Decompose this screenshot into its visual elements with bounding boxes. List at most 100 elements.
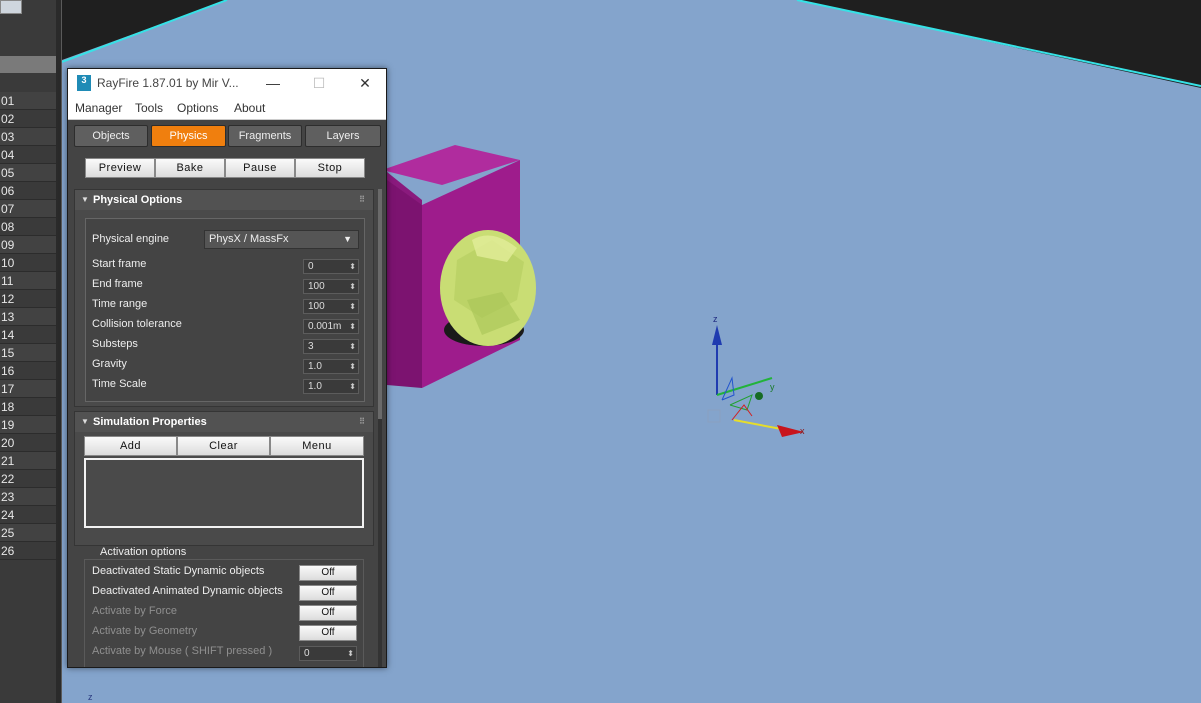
simulation-properties-rollout: ▼ Simulation Properties ⠿ Add Clear Menu: [74, 411, 374, 546]
param-spinner[interactable]: 100 ⬍: [303, 299, 359, 314]
simulation-list-buttons: Add Clear Menu: [84, 436, 364, 456]
frame-list-item[interactable]: 10: [0, 254, 56, 272]
param-value: 100: [308, 281, 325, 292]
frame-list-item[interactable]: 01: [0, 92, 56, 110]
frame-list-item[interactable]: 15: [0, 344, 56, 362]
frame-list-item[interactable]: 06: [0, 182, 56, 200]
preview-button[interactable]: Preview: [85, 158, 155, 178]
param-spinner[interactable]: 100 ⬍: [303, 279, 359, 294]
menu-button[interactable]: Menu: [270, 436, 364, 456]
frame-list-item[interactable]: 11: [0, 272, 56, 290]
spinner-arrows-icon[interactable]: ⬍: [349, 300, 356, 313]
param-spinner[interactable]: 3 ⬍: [303, 339, 359, 354]
scrollbar-thumb[interactable]: [378, 189, 382, 419]
spinner-arrows-icon[interactable]: ⬍: [349, 260, 356, 273]
selected-row[interactable]: [0, 56, 56, 73]
param-label: Time range: [92, 298, 148, 310]
param-value: 1.0: [308, 361, 322, 372]
tab-physics[interactable]: Physics: [151, 125, 226, 147]
gizmo-z-label: z: [713, 314, 718, 324]
activation-option-label: Activate by Force: [92, 605, 177, 617]
spinner-arrows-icon[interactable]: ⬍: [349, 360, 356, 373]
activation-toggle-button[interactable]: Off: [299, 605, 357, 621]
param-spinner[interactable]: 0 ⬍: [303, 259, 359, 274]
spinner-arrows-icon[interactable]: ⬍: [349, 340, 356, 353]
minimize-button[interactable]: —: [258, 72, 288, 94]
frame-list-item[interactable]: 03: [0, 128, 56, 146]
spinner-arrows-icon[interactable]: ⬍: [349, 320, 356, 333]
frame-list-item[interactable]: 21: [0, 452, 56, 470]
activation-options-panel: Activation options Deactivated Static Dy…: [74, 546, 374, 667]
param-spinner[interactable]: 1.0 ⬍: [303, 379, 359, 394]
box-side: [387, 172, 422, 388]
param-value: 0: [308, 261, 314, 272]
activation-option-label: Deactivated Static Dynamic objects: [92, 565, 265, 577]
pause-button[interactable]: Pause: [225, 158, 295, 178]
frame-list-item[interactable]: 23: [0, 488, 56, 506]
activation-toggle-button[interactable]: Off: [299, 585, 357, 601]
menu-manager[interactable]: Manager: [75, 101, 122, 115]
add-button[interactable]: Add: [84, 436, 177, 456]
frame-list-item[interactable]: 09: [0, 236, 56, 254]
clear-button[interactable]: Clear: [177, 436, 270, 456]
menu-about[interactable]: About: [234, 101, 265, 115]
activation-toggle-button[interactable]: Off: [299, 565, 357, 581]
frame-list-item[interactable]: 16: [0, 362, 56, 380]
frame-list-item[interactable]: 20: [0, 434, 56, 452]
spinner-arrows-icon[interactable]: ⬍: [349, 380, 356, 393]
gizmo-x-label: x: [800, 426, 805, 436]
simulation-properties-title: Simulation Properties: [93, 416, 207, 428]
frame-list-item[interactable]: 17: [0, 380, 56, 398]
physical-engine-value: PhysX / MassFx: [209, 233, 289, 245]
maximize-button[interactable]: ☐: [304, 72, 334, 94]
frame-list-item[interactable]: 07: [0, 200, 56, 218]
close-button[interactable]: ✕: [350, 72, 380, 94]
frame-list-item[interactable]: 24: [0, 506, 56, 524]
simulation-action-bar: Preview Bake Pause Stop: [85, 158, 365, 178]
param-label: Substeps: [92, 338, 138, 350]
activation-toggle-button[interactable]: Off: [299, 625, 357, 641]
dropdown-arrow-icon: ▼: [343, 234, 352, 244]
frame-list-item[interactable]: 25: [0, 524, 56, 542]
tab-objects[interactable]: Objects: [74, 125, 148, 147]
menu-tools[interactable]: Tools: [135, 101, 163, 115]
bake-button[interactable]: Bake: [155, 158, 225, 178]
frame-list-item[interactable]: 14: [0, 326, 56, 344]
simulation-object-list[interactable]: [84, 458, 364, 528]
window-titlebar[interactable]: 3 RayFire 1.87.01 by Mir V... — ☐ ✕: [68, 69, 386, 97]
activation-option-spinner[interactable]: 0 ⬍: [299, 646, 357, 661]
param-spinner[interactable]: 1.0 ⬍: [303, 359, 359, 374]
frame-list-item[interactable]: 26: [0, 542, 56, 560]
spinner-arrows-icon[interactable]: ⬍: [347, 647, 354, 660]
tab-fragments[interactable]: Fragments: [228, 125, 302, 147]
frame-list-item[interactable]: 12: [0, 290, 56, 308]
frame-list-item[interactable]: 04: [0, 146, 56, 164]
activation-option-value: 0: [304, 648, 310, 659]
frame-list-item[interactable]: 05: [0, 164, 56, 182]
window-scrollbar[interactable]: [378, 189, 382, 667]
frame-list-item[interactable]: 18: [0, 398, 56, 416]
param-value: 0.001m: [308, 321, 342, 332]
physical-options-rollout: ▼ Physical Options ⠿ Physical engine Phy…: [74, 189, 374, 407]
frame-list-item[interactable]: 19: [0, 416, 56, 434]
param-value: 1.0: [308, 381, 322, 392]
frame-list-item[interactable]: 02: [0, 110, 56, 128]
physical-engine-dropdown[interactable]: PhysX / MassFx ▼: [204, 230, 359, 249]
tab-layers[interactable]: Layers: [305, 125, 381, 147]
frame-list-item[interactable]: 22: [0, 470, 56, 488]
rollout-grip-icon: ⠿: [359, 195, 365, 204]
activation-option-label: Activate by Mouse ( SHIFT pressed ): [92, 645, 273, 657]
physical-options-header[interactable]: ▼ Physical Options ⠿: [75, 190, 373, 210]
menu-options[interactable]: Options: [177, 101, 218, 115]
gizmo-y-label: y: [770, 382, 775, 392]
param-label: Start frame: [92, 258, 147, 270]
simulation-properties-header[interactable]: ▼ Simulation Properties ⠿: [75, 412, 373, 432]
physical-engine-label: Physical engine: [92, 233, 170, 245]
spinner-arrows-icon[interactable]: ⬍: [349, 280, 356, 293]
pin-button[interactable]: [0, 0, 22, 14]
param-spinner[interactable]: 0.001m ⬍: [303, 319, 359, 334]
frame-list-item[interactable]: 08: [0, 218, 56, 236]
stop-button[interactable]: Stop: [295, 158, 365, 178]
frame-list-item[interactable]: 13: [0, 308, 56, 326]
param-label: End frame: [92, 278, 143, 290]
